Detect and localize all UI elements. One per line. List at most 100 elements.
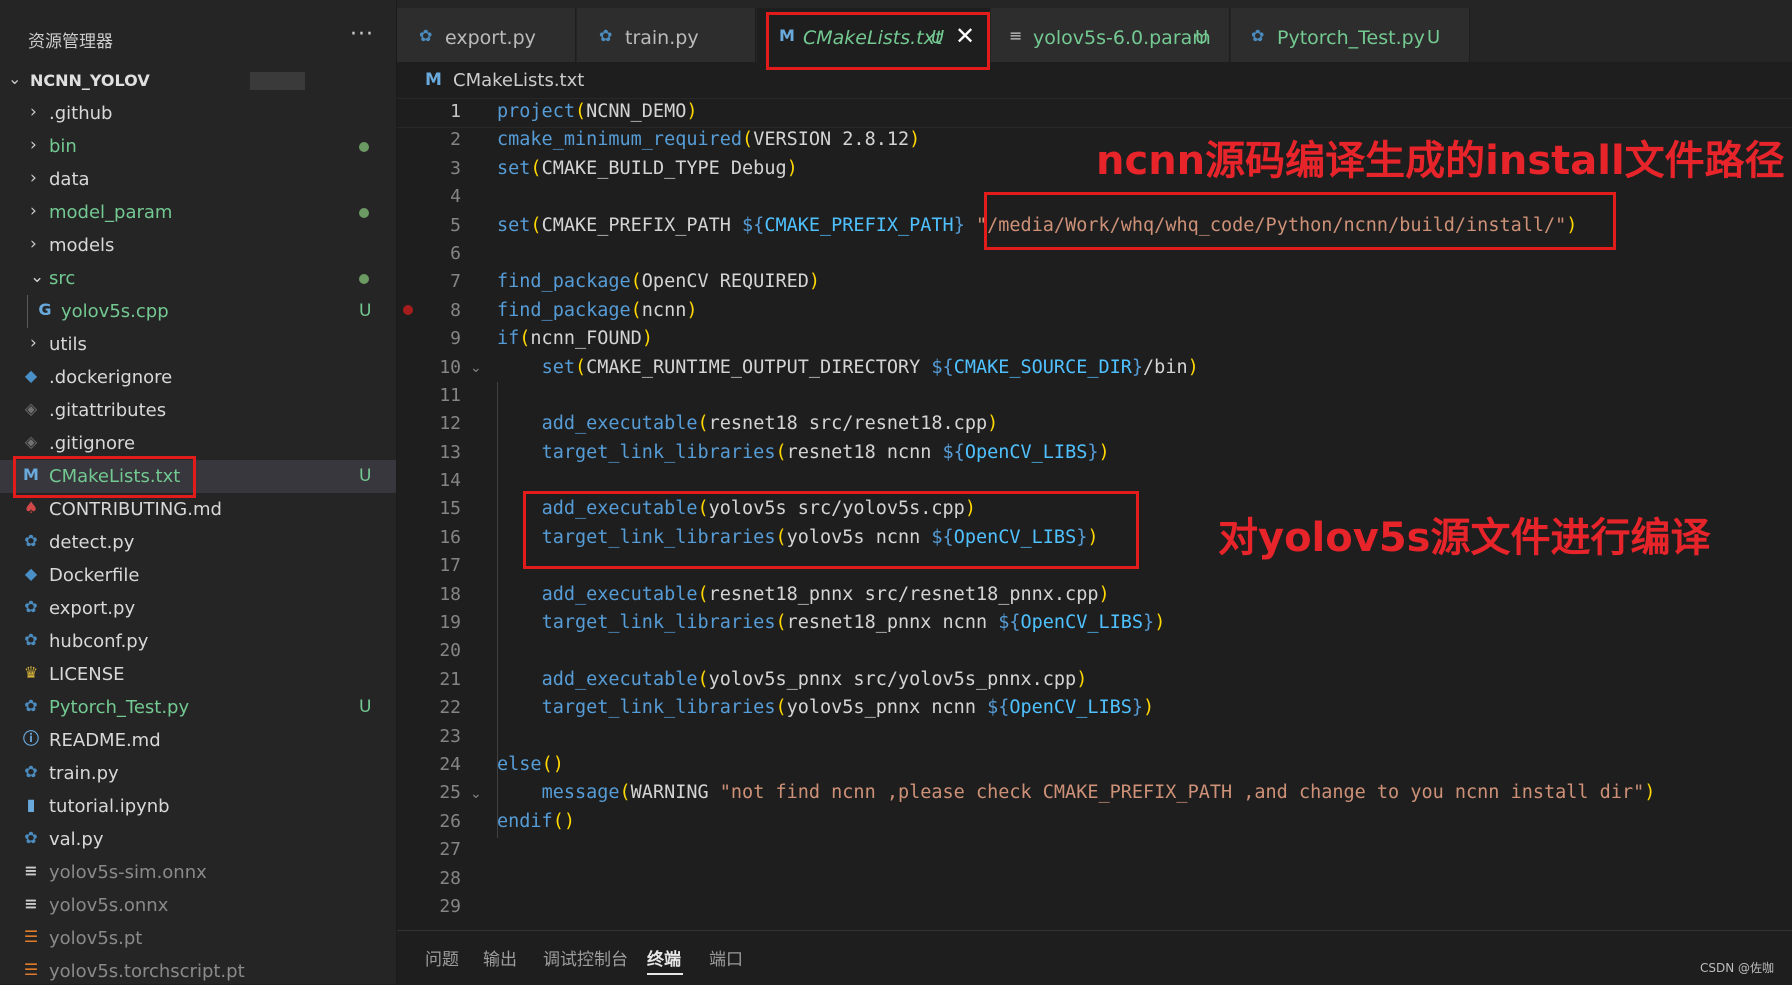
- code-line[interactable]: [497, 836, 1655, 864]
- code-token: CMAKE_SOURCE_DIR: [953, 356, 1132, 378]
- code-token: find_package: [497, 299, 631, 321]
- file-tree-item[interactable]: › model_param: [0, 196, 396, 229]
- more-actions-icon[interactable]: ···: [350, 22, 374, 47]
- file-tree-item[interactable]: ≡ yolov5s-sim.onnx: [0, 856, 396, 889]
- code-line[interactable]: add_executable(yolov5s_pnnx src/yolov5s_…: [497, 666, 1655, 694]
- file-tree-item[interactable]: › .github: [0, 97, 396, 130]
- file-tree-item[interactable]: ⓘ README.md: [0, 724, 396, 757]
- file-tree-item[interactable]: › bin: [0, 130, 396, 163]
- fold-chevron-icon[interactable]: ⌄: [470, 360, 482, 376]
- file-tree-item[interactable]: ◆ .dockerignore: [0, 361, 396, 394]
- tab-pytorch-test-py[interactable]: ✿ Pytorch_Test.py U: [1231, 8, 1470, 62]
- file-tree-label: train.py: [49, 763, 119, 784]
- code-token: }: [1131, 356, 1144, 378]
- code-line[interactable]: add_executable(resnet18_pnnx src/resnet1…: [497, 581, 1655, 609]
- code-line[interactable]: else(): [497, 751, 1655, 779]
- file-tree-label: detect.py: [49, 532, 135, 553]
- code-token: ${: [987, 697, 1010, 719]
- code-token: ): [1143, 697, 1155, 719]
- file-tree-label: utils: [49, 334, 87, 355]
- panel-tab-debug-console[interactable]: 调试控制台: [543, 945, 628, 970]
- code-line[interactable]: [497, 893, 1655, 921]
- workspace-root-folder[interactable]: ⌄ NCNN_YOLOV: [0, 66, 396, 96]
- code-token: ): [686, 299, 698, 321]
- code-line[interactable]: [497, 382, 1655, 410]
- file-tree-item[interactable]: › models: [0, 229, 396, 262]
- annotation-box-install-path: [984, 192, 1616, 250]
- file-tree-item[interactable]: ✿ val.py: [0, 823, 396, 856]
- line-number-gutter: 1 2 3 4 5 6 7 8 9 10 11 12 13 14 15 16 17 18 19 20 21 22 23 24 2…: [397, 98, 461, 921]
- active-tab-underline: [647, 973, 683, 975]
- code-token: yolov5s_pnnx ncnn: [786, 697, 988, 719]
- code-token: WARNING: [630, 782, 720, 804]
- code-line[interactable]: message(WARNING "not find ncnn ,please c…: [497, 779, 1656, 807]
- file-tree-item[interactable]: ◈ .gitattributes: [0, 394, 396, 427]
- panel-tab-output[interactable]: 输出: [483, 945, 517, 970]
- code-line[interactable]: [497, 865, 1655, 893]
- code-line[interactable]: target_link_libraries(resnet18_pnnx ncnn…: [497, 609, 1655, 637]
- file-tree-item[interactable]: ✿ export.py: [0, 592, 396, 625]
- file-tree-item[interactable]: ⌄ src: [0, 262, 396, 295]
- panel-tab-ports[interactable]: 端口: [709, 945, 743, 970]
- tab-yolov5s-param[interactable]: ≡ yolov5s-6.0.param U: [991, 8, 1230, 62]
- chevron-right-icon[interactable]: ›: [30, 135, 37, 155]
- rss-icon: ☰: [23, 927, 39, 946]
- chevron-right-icon[interactable]: ›: [30, 102, 37, 122]
- file-tree-item[interactable]: ♛ LICENSE: [0, 658, 396, 691]
- code-token: (: [697, 668, 709, 690]
- code-line[interactable]: target_link_libraries(yolov5s_pnnx ncnn …: [497, 694, 1655, 722]
- line-number: 26: [439, 810, 461, 832]
- editor-tab-bar: ✿ export.py ✿ train.py M CMakeLists.txt …: [397, 0, 1792, 63]
- code-line[interactable]: [497, 723, 1655, 751]
- panel-tab-terminal[interactable]: 终端: [647, 945, 681, 970]
- breadcrumb-file[interactable]: CMakeLists.txt: [453, 70, 584, 91]
- chevron-down-icon[interactable]: ⌄: [8, 69, 21, 88]
- fold-chevron-icon[interactable]: ⌄: [470, 786, 482, 802]
- code-line[interactable]: [497, 637, 1655, 665]
- file-tree-item[interactable]: ◆ Dockerfile: [0, 559, 396, 592]
- tree-indent-guide: [27, 295, 28, 328]
- file-tree-item[interactable]: ✿ train.py: [0, 757, 396, 790]
- code-line[interactable]: set(CMAKE_RUNTIME_OUTPUT_DIRECTORY ${CMA…: [497, 354, 1655, 382]
- code-token: ): [641, 328, 653, 350]
- line-number: 1: [450, 101, 461, 122]
- line-number: 20: [439, 640, 461, 662]
- code-token: resnet18 ncnn: [786, 441, 943, 463]
- breakpoint-icon[interactable]: [403, 305, 413, 315]
- tab-label: train.py: [625, 27, 699, 49]
- file-tree-item[interactable]: ✿ Pytorch_Test.py U: [0, 691, 396, 724]
- file-tree-item[interactable]: ▮ tutorial.ipynb: [0, 790, 396, 823]
- panel-tab-problems[interactable]: 问题: [425, 945, 459, 970]
- chevron-right-icon[interactable]: ›: [30, 234, 37, 254]
- file-tree-item[interactable]: ≡ yolov5s.onnx: [0, 889, 396, 922]
- chevron-right-icon[interactable]: ›: [30, 201, 37, 221]
- file-tree-item[interactable]: › data: [0, 163, 396, 196]
- chevron-right-icon[interactable]: ›: [30, 333, 37, 353]
- code-line[interactable]: endif(): [497, 808, 1655, 836]
- code-line[interactable]: find_package(ncnn): [497, 297, 1655, 325]
- tab-train-py[interactable]: ✿ train.py: [577, 8, 756, 62]
- file-tree-item[interactable]: ☰ yolov5s.pt: [0, 922, 396, 955]
- file-tree-item[interactable]: ✿ detect.py: [0, 526, 396, 559]
- chevron-right-icon[interactable]: ›: [30, 168, 37, 188]
- file-tree-item[interactable]: Gyolov5s.cpp U: [0, 295, 396, 328]
- code-token: (: [697, 413, 709, 435]
- code-token: ): [686, 101, 698, 122]
- code-line[interactable]: find_package(OpenCV REQUIRED): [497, 268, 1655, 296]
- tab-export-py[interactable]: ✿ export.py: [397, 8, 576, 62]
- code-line[interactable]: project(NCNN_DEMO): [497, 98, 1655, 126]
- chevron-down-icon[interactable]: ⌄: [30, 267, 44, 287]
- file-tree-item[interactable]: ☰ yolov5s.torchscript.pt: [0, 955, 396, 984]
- untracked-badge: U: [359, 301, 372, 321]
- line-number: 27: [439, 839, 461, 861]
- file-tree-item[interactable]: ✿ hubconf.py: [0, 625, 396, 658]
- line-number: 2: [450, 129, 461, 151]
- git-icon: ◈: [24, 432, 38, 451]
- code-line[interactable]: add_executable(resnet18 src/resnet18.cpp…: [497, 410, 1655, 438]
- code-line[interactable]: if(ncnn_FOUND): [497, 325, 1655, 353]
- code-line[interactable]: target_link_libraries(resnet18 ncnn ${Op…: [497, 439, 1655, 467]
- file-tree-item[interactable]: › utils: [0, 328, 396, 361]
- code-token: (: [574, 101, 587, 122]
